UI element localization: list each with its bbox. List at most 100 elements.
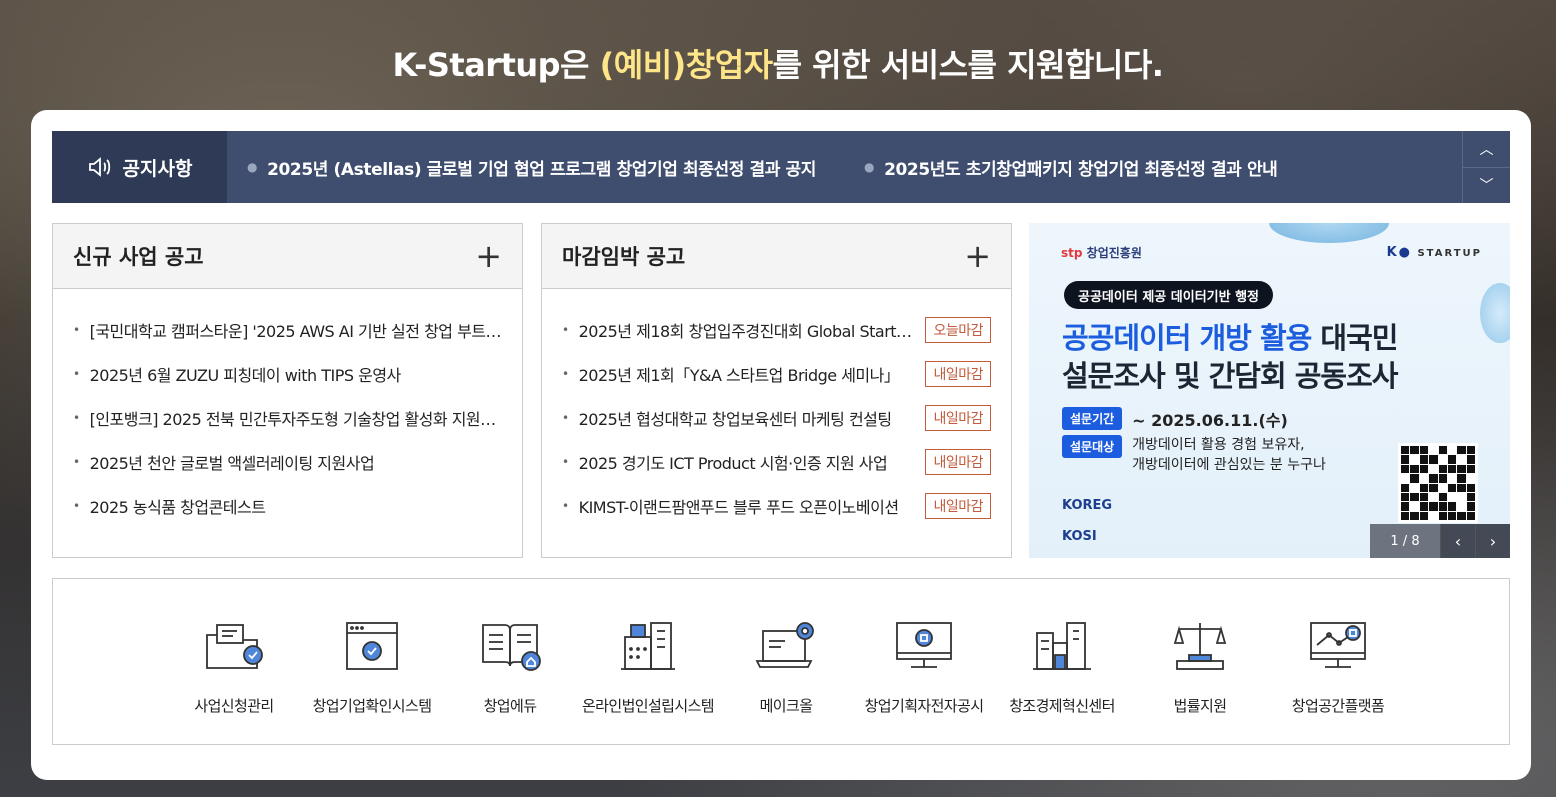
headline-highlight: (예비)창업자 bbox=[599, 46, 773, 84]
list-item[interactable]: • 2025년 제1회「Y&A 스타트업 Bridge 세미나」 내일마감 bbox=[562, 352, 991, 396]
browser-check-icon bbox=[346, 622, 398, 670]
service-creative-economy-center[interactable]: 창조경제혁신센터 bbox=[993, 579, 1131, 744]
network-monitor-icon bbox=[1310, 622, 1366, 668]
qr-code bbox=[1398, 443, 1478, 523]
list-item[interactable]: • KIMST-이랜드팜앤푸드 블루 푸드 오픈이노베이션 내일마감 bbox=[562, 484, 991, 528]
headline-prefix: K-Startup은 bbox=[392, 46, 600, 84]
bullet-icon: • bbox=[73, 411, 80, 425]
banner-title: 공공데이터 개방 활용 대국민 설문조사 및 간담회 공동조사 bbox=[1062, 321, 1398, 393]
list-item-text: 2025 농식품 창업콘테스트 bbox=[89, 498, 266, 517]
service-label: 온라인법인설립시스템 bbox=[581, 697, 715, 715]
list-item-text: 2025년 천안 글로벌 액셀러레이팅 지원사업 bbox=[89, 454, 375, 473]
list-item-text: [인포뱅크] 2025 전북 민간투자주도형 기술창업 활성화 지원사업 bbox=[89, 410, 502, 429]
folder-check-icon bbox=[206, 624, 263, 669]
deadline-badge: 내일마감 bbox=[925, 405, 991, 431]
list-item-text: 2025년 제1회「Y&A 스타트업 Bridge 세미나」 bbox=[578, 366, 900, 385]
notice-item[interactable]: ● 2025년도 초기창업패키지 창업기업 최종선정 결과 안내 bbox=[864, 155, 1278, 180]
headline-suffix: 를 위한 서비스를 지원합니다. bbox=[772, 46, 1164, 84]
bullet-icon: • bbox=[562, 323, 569, 337]
banner-pill: 공공데이터 제공 데이터기반 행정 bbox=[1064, 281, 1274, 309]
deadline-announcements-box: 마감임박 공고 + • 2025년 제18회 창업입주경진대회 Global St… bbox=[541, 223, 1012, 558]
book-icon bbox=[482, 624, 541, 671]
decoration-blob bbox=[1269, 223, 1389, 243]
period-value: ~ 2025.06.11.(수) bbox=[1132, 411, 1288, 430]
service-accelerator-disclosure[interactable]: 창업기획자전자공시 bbox=[855, 579, 993, 744]
bullet-icon: • bbox=[73, 499, 80, 513]
bullet-icon: • bbox=[562, 499, 569, 513]
list-item-text: 2025 경기도 ICT Product 시험·인증 지원 사업 bbox=[578, 454, 888, 473]
banner-pager: 1 / 8 ‹ › bbox=[1370, 524, 1510, 558]
new-announcements-header: 신규 사업 공고 + bbox=[53, 224, 522, 289]
banner-period-row: 설문기간 ~ 2025.06.11.(수) bbox=[1062, 407, 1288, 431]
plus-icon[interactable]: + bbox=[964, 240, 991, 272]
list-item[interactable]: • 2025년 협성대학교 창업보육센터 마케팅 컨설팅 내일마감 bbox=[562, 396, 991, 440]
notice-item-text: 2025년 (Astellas) 글로벌 기업 협업 프로그램 창업기업 최종선… bbox=[267, 159, 816, 180]
laptop-gear-icon bbox=[755, 622, 814, 668]
deadline-badge: 오늘마감 bbox=[925, 317, 991, 343]
service-startup-verification[interactable]: 창업기업확인시스템 bbox=[303, 579, 441, 744]
service-online-incorporation[interactable]: 온라인법인설립시스템 bbox=[579, 579, 717, 744]
banner-page-count: 1 / 8 bbox=[1370, 524, 1440, 558]
notice-item[interactable]: ● 2025년 (Astellas) 글로벌 기업 협업 프로그램 창업기업 최… bbox=[247, 155, 864, 180]
list-item-text: [국민대학교 캠퍼스타운] '2025 AWS AI 기반 실전 창업 부트캠프… bbox=[89, 322, 502, 341]
service-makeall[interactable]: 메이크올 bbox=[717, 579, 855, 744]
service-label: 메이크올 bbox=[759, 697, 813, 715]
bullet-icon: • bbox=[73, 367, 80, 381]
list-item[interactable]: • 2025년 제18회 창업입주경진대회 Global Startup 오늘마감 bbox=[562, 308, 991, 352]
deadline-badge: 내일마감 bbox=[925, 449, 991, 475]
new-announcements-title: 신규 사업 공고 bbox=[73, 245, 204, 269]
service-startup-space-platform[interactable]: 창업공간플랫폼 bbox=[1269, 579, 1407, 744]
bullet-icon: • bbox=[562, 411, 569, 425]
period-tag: 설문기간 bbox=[1062, 407, 1123, 430]
deadline-badge: 내일마감 bbox=[925, 361, 991, 387]
target-value: 개방데이터 활용 경험 보유자, 개방데이터에 관심있는 분 누구나 bbox=[1132, 437, 1326, 473]
list-item-text: 2025년 협성대학교 창업보육센터 마케팅 컨설팅 bbox=[578, 410, 893, 429]
list-item[interactable]: • [인포뱅크] 2025 전북 민간투자주도형 기술창업 활성화 지원사업 bbox=[73, 396, 502, 440]
scale-icon bbox=[1173, 623, 1227, 670]
bullet-icon: • bbox=[73, 323, 80, 337]
chevron-right-icon[interactable]: › bbox=[1475, 524, 1510, 558]
service-label: 창업에듀 bbox=[483, 697, 537, 715]
service-label: 사업신청관리 bbox=[194, 697, 274, 715]
list-item[interactable]: • 2025년 천안 글로벌 액셀러레이팅 지원사업 bbox=[73, 440, 502, 484]
bullet-icon: ● bbox=[247, 160, 258, 174]
list-item[interactable]: • 2025 경기도 ICT Product 시험·인증 지원 사업 내일마감 bbox=[562, 440, 991, 484]
list-item-text: 2025년 제18회 창업입주경진대회 Global Startup bbox=[578, 322, 914, 341]
monitor-icon bbox=[896, 622, 952, 668]
chevron-up-icon[interactable]: ︿ bbox=[1463, 131, 1510, 168]
promo-banner[interactable]: stp 창업진흥원 K● STARTUP 공공데이터 제공 데이터기반 행정 공… bbox=[1029, 223, 1510, 558]
chevron-left-icon[interactable]: ‹ bbox=[1440, 524, 1475, 558]
bullet-icon: ● bbox=[864, 160, 875, 174]
decoration-blob bbox=[1480, 283, 1510, 343]
notice-item-text: 2025년도 초기창업패키지 창업기업 최종선정 결과 안내 bbox=[884, 159, 1278, 180]
deadline-badge: 내일마감 bbox=[925, 493, 991, 519]
city-icon bbox=[1033, 622, 1091, 670]
notice-label[interactable]: 공지사항 bbox=[52, 131, 227, 203]
service-label: 법률지원 bbox=[1173, 697, 1227, 715]
bullet-icon: • bbox=[562, 455, 569, 469]
list-item-text: 2025년 6월 ZUZU 피칭데이 with TIPS 운영사 bbox=[89, 366, 402, 385]
deadline-announcements-title: 마감임박 공고 bbox=[562, 245, 686, 269]
list-item[interactable]: • 2025년 6월 ZUZU 피칭데이 with TIPS 운영사 bbox=[73, 352, 502, 396]
notice-bar: 공지사항 ● 2025년 (Astellas) 글로벌 기업 협업 프로그램 창… bbox=[52, 131, 1510, 203]
banner-target-row: 설문대상 개방데이터 활용 경험 보유자, 개방데이터에 관심있는 분 누구나 bbox=[1062, 435, 1326, 475]
list-item[interactable]: • 2025 농식품 창업콘테스트 bbox=[73, 484, 502, 528]
service-startup-edu[interactable]: 창업에듀 bbox=[441, 579, 579, 744]
notice-label-text: 공지사항 bbox=[122, 157, 193, 180]
main-card: 공지사항 ● 2025년 (Astellas) 글로벌 기업 협업 프로그램 창… bbox=[31, 110, 1531, 780]
list-item[interactable]: • [국민대학교 캠퍼스타운] '2025 AWS AI 기반 실전 창업 부트캠… bbox=[73, 308, 502, 352]
services-bar: 사업신청관리 창업기업확인시스템 창업에듀 온라인법인설립시스템 메이크올 창업… bbox=[52, 578, 1510, 745]
chevron-down-icon[interactable]: ﹀ bbox=[1463, 168, 1510, 204]
plus-icon[interactable]: + bbox=[475, 240, 502, 272]
service-label: 창업공간플랫폼 bbox=[1291, 697, 1385, 715]
service-label: 창업기업확인시스템 bbox=[312, 697, 432, 715]
service-application-management[interactable]: 사업신청관리 bbox=[165, 579, 303, 744]
kised-logo: stp 창업진흥원 bbox=[1061, 246, 1142, 260]
bullet-icon: • bbox=[73, 455, 80, 469]
kstartup-logo: K● STARTUP bbox=[1386, 245, 1482, 260]
list-item-text: KIMST-이랜드팜앤푸드 블루 푸드 오픈이노베이션 bbox=[578, 498, 899, 517]
target-tag: 설문대상 bbox=[1062, 435, 1123, 458]
speaker-icon bbox=[88, 157, 110, 177]
service-legal-support[interactable]: 법률지원 bbox=[1131, 579, 1269, 744]
service-label: 창업기획자전자공시 bbox=[864, 697, 984, 715]
